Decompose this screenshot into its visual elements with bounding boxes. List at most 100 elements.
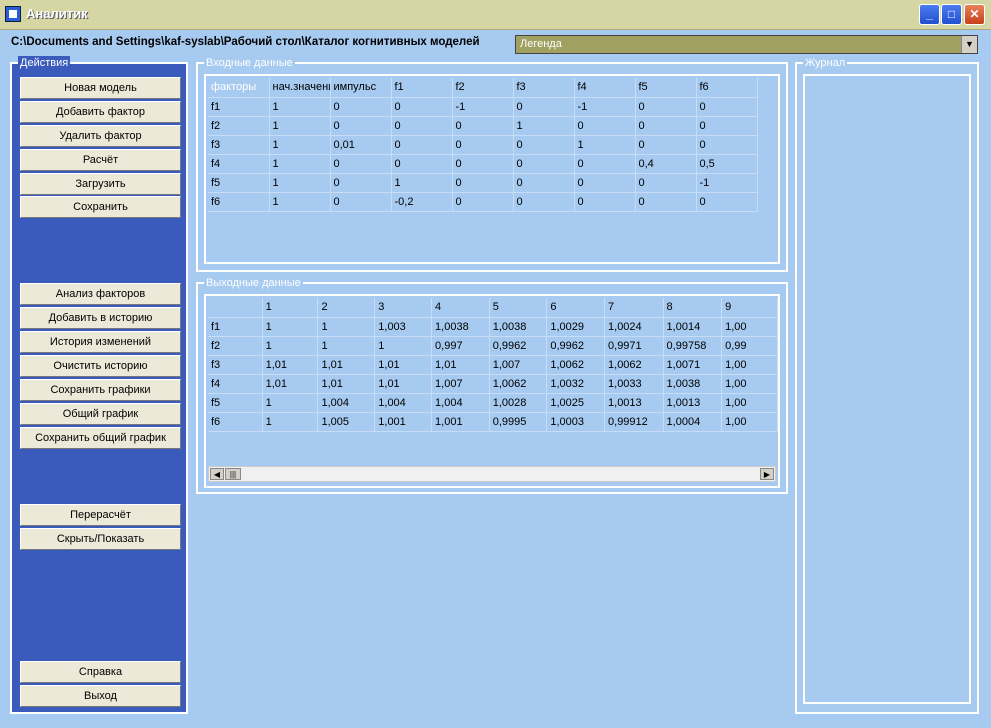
table-cell[interactable]: 1 [391, 173, 453, 193]
table-cell[interactable]: 0 [330, 192, 392, 212]
table-cell[interactable]: 1,001 [431, 412, 490, 432]
table-cell[interactable]: -1 [452, 97, 514, 117]
save-charts-button[interactable]: Сохранить графики [20, 379, 181, 401]
table-cell[interactable]: 0,01 [330, 135, 392, 155]
table-cell[interactable]: 1,004 [317, 393, 376, 413]
table-cell[interactable]: 1,007 [489, 355, 548, 375]
hide-show-button[interactable]: Скрыть/Показать [20, 528, 181, 550]
table-cell[interactable]: 1 [374, 336, 433, 356]
table-cell[interactable]: -1 [696, 173, 758, 193]
table-cell[interactable]: 1,0033 [604, 374, 664, 394]
clear-history-button[interactable]: Очистить историю [20, 355, 181, 377]
factor-analysis-button[interactable]: Анализ факторов [20, 283, 181, 305]
table-cell[interactable]: 1,00 [721, 355, 778, 375]
table-cell[interactable]: 1,0013 [604, 393, 664, 413]
table-cell[interactable]: 1,004 [374, 393, 433, 413]
table-cell[interactable]: 1,0029 [546, 317, 606, 337]
table-row[interactable]: f4 1,01 1,01 1,01 1,007 1,0062 1,0032 1,0033 1,0… [208, 374, 778, 394]
row-header-cell[interactable]: f6 [208, 192, 270, 212]
table-row[interactable]: f4 1 0 0 0 0 0 0,4 0,5 [208, 154, 758, 174]
table-cell[interactable]: 1,0024 [604, 317, 664, 337]
table-row[interactable]: f3 1,01 1,01 1,01 1,01 1,007 1,0062 1,0062 1,007… [208, 355, 778, 375]
row-header-cell[interactable]: f5 [208, 173, 270, 193]
table-cell[interactable]: 0 [635, 135, 697, 155]
new-model-button[interactable]: Новая модель [20, 77, 181, 99]
table-cell[interactable]: 0 [513, 135, 575, 155]
maximize-button[interactable]: □ [941, 4, 962, 25]
table-cell[interactable]: 0 [513, 173, 575, 193]
table-cell[interactable]: 0 [696, 192, 758, 212]
table-cell[interactable]: 0 [330, 173, 392, 193]
row-header-cell[interactable]: f3 [208, 135, 270, 155]
table-cell[interactable]: 0,99 [721, 336, 778, 356]
table-cell[interactable]: 0 [391, 97, 453, 117]
table-cell[interactable]: 0,5 [696, 154, 758, 174]
table-row[interactable]: f6 1 0 -0,2 0 0 0 0 0 [208, 192, 758, 212]
add-factor-button[interactable]: Добавить фактор [20, 101, 181, 123]
table-cell[interactable]: 0 [452, 192, 514, 212]
row-header-cell[interactable]: f3 [208, 355, 263, 375]
table-cell[interactable]: 0 [513, 192, 575, 212]
table-cell[interactable]: 1,0032 [546, 374, 606, 394]
row-header-cell[interactable]: f4 [208, 374, 263, 394]
table-cell[interactable]: 0 [574, 192, 636, 212]
delete-factor-button[interactable]: Удалить фактор [20, 125, 181, 147]
journal-textarea[interactable] [803, 74, 971, 704]
recalculate-button[interactable]: Перерасчёт [20, 504, 181, 526]
table-cell[interactable]: 1,0071 [663, 355, 723, 375]
input-table[interactable]: факторынач.значенияимпульсf1f2f3f4f5f6f1… [208, 78, 758, 212]
table-row[interactable]: f3 1 0,01 0 0 0 1 0 0 [208, 135, 758, 155]
row-header-cell[interactable]: f2 [208, 116, 270, 136]
table-cell[interactable]: 1,007 [431, 374, 490, 394]
table-cell[interactable]: -1 [574, 97, 636, 117]
load-button[interactable]: Загрузить [20, 173, 181, 195]
table-cell[interactable]: 0 [513, 154, 575, 174]
table-cell[interactable]: -0,2 [391, 192, 453, 212]
table-cell[interactable]: 1,003 [374, 317, 433, 337]
table-cell[interactable]: 1 [317, 317, 376, 337]
table-row[interactable]: f1 1 1 1,003 1,0038 1,0038 1,0029 1,0024 1,0014 1… [208, 317, 778, 337]
table-cell[interactable]: 1,0013 [663, 393, 723, 413]
table-cell[interactable]: 0 [696, 116, 758, 136]
table-cell[interactable]: 0 [574, 154, 636, 174]
table-cell[interactable]: 1 [262, 412, 319, 432]
table-cell[interactable]: 0,99912 [604, 412, 664, 432]
table-cell[interactable]: 0,9995 [489, 412, 548, 432]
table-cell[interactable]: 1,00 [721, 317, 778, 337]
row-header-cell[interactable]: f1 [208, 317, 263, 337]
table-cell[interactable]: 1,004 [431, 393, 490, 413]
table-cell[interactable]: 0 [452, 154, 514, 174]
table-cell[interactable]: 0 [635, 97, 697, 117]
save-button[interactable]: Сохранить [20, 196, 181, 218]
table-cell[interactable]: 1,01 [317, 374, 376, 394]
table-cell[interactable]: 1,0038 [489, 317, 548, 337]
table-cell[interactable]: 0 [513, 97, 575, 117]
table-cell[interactable]: 1,0025 [546, 393, 606, 413]
table-cell[interactable]: 1,0003 [546, 412, 606, 432]
table-cell[interactable]: 1 [262, 317, 319, 337]
table-cell[interactable]: 1,00 [721, 412, 778, 432]
table-cell[interactable]: 0 [696, 97, 758, 117]
table-cell[interactable]: 1,0028 [489, 393, 548, 413]
table-cell[interactable]: 0,9962 [546, 336, 606, 356]
table-cell[interactable]: 1,0038 [431, 317, 490, 337]
table-cell[interactable]: 1 [269, 97, 331, 117]
table-cell[interactable]: 1,005 [317, 412, 376, 432]
table-cell[interactable]: 1 [317, 336, 376, 356]
table-cell[interactable]: 0 [574, 173, 636, 193]
table-cell[interactable]: 1,01 [262, 355, 319, 375]
table-cell[interactable]: 0 [635, 116, 697, 136]
table-row[interactable]: f1 1 0 0 -1 0 -1 0 0 [208, 97, 758, 117]
table-row[interactable]: f6 1 1,005 1,001 1,001 0,9995 1,0003 0,99912 1,0… [208, 412, 778, 432]
input-grid[interactable]: факторынач.значенияимпульсf1f2f3f4f5f6f1… [204, 74, 780, 264]
table-cell[interactable]: 0 [330, 116, 392, 136]
table-cell[interactable]: 0,4 [635, 154, 697, 174]
table-cell[interactable]: 1,01 [431, 355, 490, 375]
table-cell[interactable]: 0 [330, 97, 392, 117]
output-table[interactable]: 1 2 3 4 5 6 7 8 9 f1 1 1 1,003 1,0038 1,0038 1,0029 1,00… [208, 298, 778, 432]
table-cell[interactable]: 1,0062 [489, 374, 548, 394]
table-cell[interactable]: 0 [391, 116, 453, 136]
table-cell[interactable]: 1,0004 [663, 412, 723, 432]
table-cell[interactable]: 0 [391, 154, 453, 174]
table-row[interactable]: f5 1 1,004 1,004 1,004 1,0028 1,0025 1,0013 1,00… [208, 393, 778, 413]
